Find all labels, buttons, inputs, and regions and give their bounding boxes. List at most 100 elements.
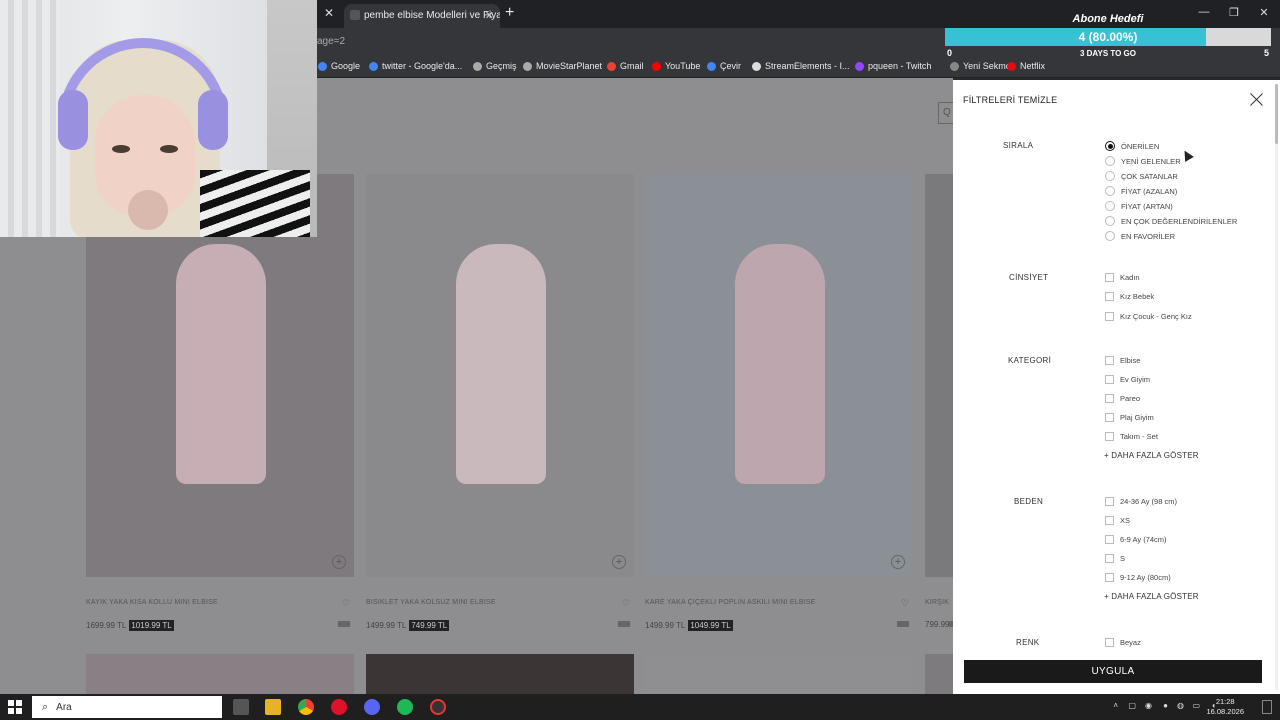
filter-option[interactable]: S xyxy=(1105,553,1125,565)
checkbox[interactable] xyxy=(1105,272,1114,282)
close-icon[interactable] xyxy=(1250,92,1264,106)
checkbox[interactable] xyxy=(1105,637,1114,647)
color-swatch-icon[interactable] xyxy=(618,621,630,627)
color-swatch-icon[interactable] xyxy=(897,621,909,627)
add-to-cart-plus-icon[interactable]: + xyxy=(612,555,626,569)
checkbox[interactable] xyxy=(1105,573,1114,583)
sort-option[interactable]: ÖNERİLEN xyxy=(1105,140,1159,152)
product-image[interactable]: + xyxy=(925,174,953,577)
checkbox[interactable] xyxy=(1105,413,1114,423)
category-show-more-link[interactable]: + DAHA FAZLA GÖSTER xyxy=(1104,451,1199,460)
sort-option[interactable]: EN ÇOK DEĞERLENDİRİLENLER xyxy=(1105,215,1237,227)
tray-app-icon[interactable]: ● xyxy=(1163,701,1168,710)
sort-option[interactable]: FİYAT (AZALAN) xyxy=(1105,185,1177,197)
product-name[interactable]: KARE YAKA ÇİÇEKLİ POPLİN ASKILI MİNİ ELB… xyxy=(645,599,913,606)
filter-option[interactable]: 24-36 Ay (98 cm) xyxy=(1105,495,1177,507)
radio-button[interactable] xyxy=(1105,186,1115,196)
radio-button[interactable] xyxy=(1105,156,1115,166)
favorite-heart-icon[interactable]: ♡ xyxy=(622,598,630,609)
task-view-icon[interactable] xyxy=(233,699,249,715)
bookmark-item[interactable]: Google xyxy=(318,61,360,71)
checkbox[interactable] xyxy=(1105,515,1114,525)
product-image[interactable]: + xyxy=(366,174,634,577)
add-to-cart-plus-icon[interactable]: + xyxy=(891,555,905,569)
product-image[interactable]: + xyxy=(645,174,913,577)
filter-option[interactable]: 9-12 Ay (80cm) xyxy=(1105,572,1171,584)
filter-option[interactable]: Kız Çocuk - Genç Kız xyxy=(1105,310,1192,322)
filter-option[interactable]: Plaj Giyim xyxy=(1105,412,1154,424)
bookmark-item[interactable]: StreamElements - I... xyxy=(752,61,850,71)
obs-icon[interactable] xyxy=(430,699,446,715)
product-card[interactable]: +KIRŞIK♡799.99 xyxy=(925,174,953,629)
checkbox[interactable] xyxy=(1105,355,1114,365)
filter-option[interactable]: Beyaz xyxy=(1105,636,1141,648)
sort-option[interactable]: YENİ GELENLER xyxy=(1105,155,1181,167)
taskbar-search-input[interactable]: ⌕ Ara xyxy=(32,696,222,718)
checkbox[interactable] xyxy=(1105,311,1114,321)
add-to-cart-plus-icon[interactable]: + xyxy=(332,555,346,569)
spotify-icon[interactable] xyxy=(397,699,413,715)
sort-option[interactable]: EN FAVORİLER xyxy=(1105,230,1175,242)
bookmark-item[interactable]: Gmail xyxy=(607,61,644,71)
opera-icon[interactable] xyxy=(331,699,347,715)
tray-app-icon[interactable]: ▢ xyxy=(1128,701,1136,710)
bookmark-item[interactable]: twitter - Google'da... xyxy=(369,61,462,71)
bookmark-item[interactable]: YouTube xyxy=(652,61,700,71)
filter-option[interactable]: Takım - Set xyxy=(1105,431,1158,443)
bookmark-item[interactable]: Geçmiş xyxy=(473,61,517,71)
sort-option[interactable]: FİYAT (ARTAN) xyxy=(1105,200,1173,212)
checkbox[interactable] xyxy=(1105,554,1114,564)
bookmark-item[interactable]: Netflix xyxy=(1007,61,1045,71)
filter-option[interactable]: Pareo xyxy=(1105,392,1140,404)
clear-filters-link[interactable]: FİLTRELERİ TEMİZLE xyxy=(963,95,1057,105)
tray-app-icon[interactable]: ◍ xyxy=(1177,701,1184,710)
product-card[interactable]: + KAYIK YAKA KISA KOLLU MİNİ ELBİSE ♡ 1699.… xyxy=(86,174,354,631)
discord-icon[interactable] xyxy=(364,699,380,715)
tray-app-icon[interactable]: ◉ xyxy=(1145,701,1152,710)
checkbox[interactable] xyxy=(1105,374,1114,384)
size-show-more-link[interactable]: + DAHA FAZLA GÖSTER xyxy=(1104,592,1199,601)
checkbox[interactable] xyxy=(1105,393,1114,403)
chrome-icon[interactable] xyxy=(298,699,314,715)
taskbar-clock[interactable]: 21:28 16.08.2026 xyxy=(1206,697,1244,717)
filter-option[interactable]: Kız Bebek xyxy=(1105,291,1154,303)
checkbox[interactable] xyxy=(1105,534,1114,544)
apply-button[interactable]: UYGULA xyxy=(964,660,1262,683)
radio-button[interactable] xyxy=(1105,231,1115,241)
checkbox[interactable] xyxy=(1105,496,1114,506)
panel-scrollbar-thumb[interactable] xyxy=(1275,84,1278,144)
close-icon[interactable]: ✕ xyxy=(322,6,336,20)
radio-button[interactable] xyxy=(1105,201,1115,211)
filter-option[interactable]: Elbise xyxy=(1105,354,1140,366)
product-name[interactable]: BİSİKLET YAKA KOLSUZ MİNİ ELBİSE xyxy=(366,599,634,606)
favorite-heart-icon[interactable]: ♡ xyxy=(901,598,909,609)
product-name[interactable]: KIRŞIK xyxy=(925,599,953,606)
browser-tab[interactable]: pembe elbise Modelleri ve Fiya ✕ xyxy=(344,4,500,28)
product-name[interactable]: KAYIK YAKA KISA KOLLU MİNİ ELBİSE xyxy=(86,599,354,606)
radio-button[interactable] xyxy=(1105,141,1115,151)
radio-button[interactable] xyxy=(1105,171,1115,181)
panel-scrollbar[interactable] xyxy=(1275,84,1278,690)
bookmark-item[interactable]: Yeni Sekme xyxy=(950,61,1011,71)
bookmark-item[interactable]: pqueen - Twitch xyxy=(855,61,931,71)
filter-option[interactable]: XS xyxy=(1105,514,1130,526)
checkbox[interactable] xyxy=(1105,432,1114,442)
bookmark-item[interactable]: MovieStarPlanet xyxy=(523,61,602,71)
favorite-heart-icon[interactable]: ♡ xyxy=(342,598,350,609)
new-tab-plus-icon[interactable]: + xyxy=(505,4,514,22)
network-icon[interactable]: ▭ xyxy=(1192,701,1200,710)
bookmark-item[interactable]: Çevir xyxy=(707,61,741,71)
tab-close-icon[interactable]: ✕ xyxy=(485,6,494,26)
checkbox[interactable] xyxy=(1105,292,1114,301)
color-swatch-icon[interactable] xyxy=(338,621,350,627)
tray-chevron-icon[interactable]: ˄ xyxy=(1113,701,1118,710)
filter-option[interactable]: Kadın xyxy=(1105,271,1140,283)
filter-option[interactable]: 6-9 Ay (74cm) xyxy=(1105,533,1167,545)
sort-option[interactable]: ÇOK SATANLAR xyxy=(1105,170,1178,182)
file-explorer-icon[interactable] xyxy=(265,699,281,715)
radio-button[interactable] xyxy=(1105,216,1115,226)
notifications-icon[interactable] xyxy=(1262,700,1272,714)
product-card[interactable]: + BİSİKLET YAKA KOLSUZ MİNİ ELBİSE ♡ 1499.9… xyxy=(366,174,634,631)
filter-option[interactable]: Ev Giyim xyxy=(1105,373,1150,385)
windows-start-icon[interactable] xyxy=(8,700,22,714)
